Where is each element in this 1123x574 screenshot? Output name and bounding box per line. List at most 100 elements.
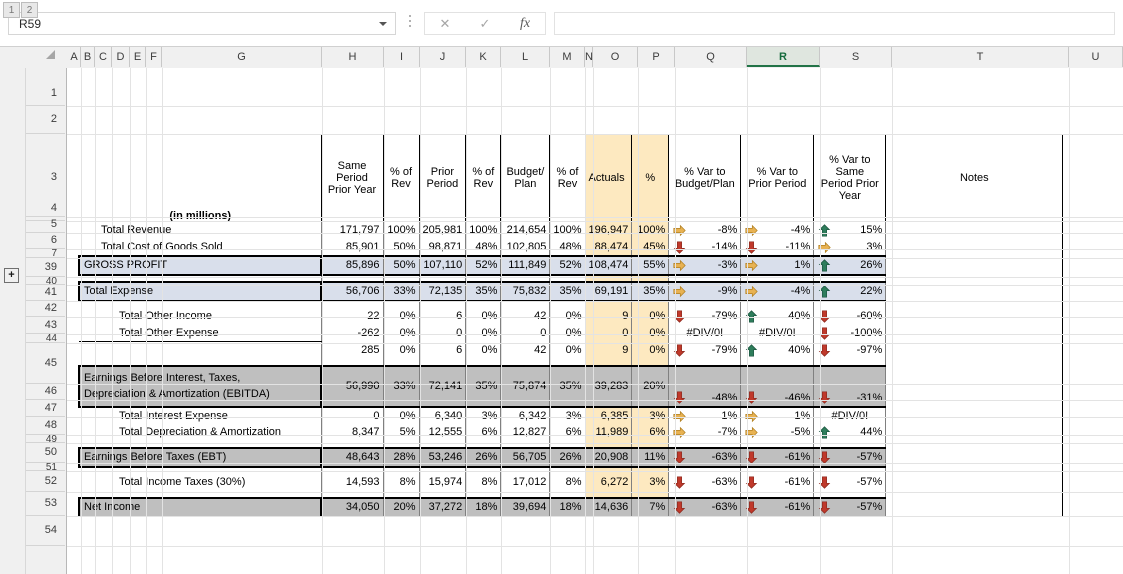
cell-pct-of-rev-1[interactable]: 20% — [382, 496, 420, 517]
cell-same-period-prior-year[interactable]: 171,797 — [320, 221, 384, 239]
cell-pct-of-rev-3[interactable]: 0% — [549, 307, 586, 325]
cell-var-to-budget-plan[interactable]: -63% — [668, 496, 742, 517]
column-header-m[interactable]: M — [550, 47, 585, 67]
cell-var-to-same-period-prior-year[interactable]: -57% — [813, 473, 887, 491]
cell-pct-of-rev-3[interactable]: 3% — [549, 406, 586, 424]
cell-prior-period[interactable]: 6,340 — [418, 406, 467, 424]
column-header-e[interactable]: E — [130, 47, 146, 67]
cell-notes[interactable] — [885, 324, 1064, 342]
cell-notes[interactable] — [885, 497, 1064, 517]
cell-budget-plan[interactable]: 39,694 — [500, 496, 551, 517]
cell-pct-of-rev-3[interactable]: 0% — [549, 324, 586, 342]
cell-pct-of-rev-1[interactable]: 5% — [382, 423, 420, 441]
cell-notes[interactable] — [885, 473, 1064, 491]
cell-var-to-budget-plan[interactable]: -7% — [668, 423, 742, 441]
function-icon[interactable]: fx — [505, 13, 545, 34]
cell-pct-of-rev-3[interactable]: 18% — [549, 496, 586, 517]
cell-prior-period[interactable]: 6 — [418, 307, 467, 325]
outline-expand-button[interactable]: + — [4, 268, 19, 283]
cell-var-to-budget-plan[interactable]: -79% — [668, 307, 742, 325]
cell-notes[interactable] — [885, 406, 1064, 424]
table-row[interactable]: Total Interest Expense 0 0% 6,340 3% 6,342 3% 6… — [79, 406, 1064, 424]
cell-pct-of-rev-2[interactable]: 0% — [465, 307, 502, 325]
chevron-down-icon[interactable] — [379, 22, 387, 26]
cell-pct-of-rev-2[interactable]: 48% — [465, 238, 502, 256]
formula-input[interactable] — [554, 12, 1115, 35]
table-row[interactable]: Total Revenue 171,797 100% 205,981 100% 214,6… — [79, 221, 1064, 239]
cell-same-period-prior-year[interactable]: -262 — [320, 324, 384, 342]
cell-notes[interactable] — [885, 221, 1064, 239]
column-header-b[interactable]: B — [81, 47, 95, 67]
cell-pct-of-rev-2[interactable]: 0% — [465, 341, 502, 359]
cell-var-to-same-period-prior-year[interactable]: -57% — [813, 496, 887, 517]
cell-pct-of-rev-1[interactable]: 0% — [382, 307, 420, 325]
check-icon[interactable]: ✓ — [465, 13, 505, 34]
cell-prior-period[interactable]: 205,981 — [418, 221, 467, 239]
cell-pct-of-rev-3[interactable]: 8% — [549, 473, 586, 491]
column-header-p[interactable]: P — [638, 47, 675, 67]
column-header-o[interactable]: O — [593, 47, 638, 67]
cell-var-to-same-period-prior-year[interactable]: 3% — [813, 238, 887, 256]
cell-pct-of-rev-2[interactable]: 3% — [465, 406, 502, 424]
cell-var-to-budget-plan[interactable]: #DIV/0! — [668, 324, 742, 342]
cell-prior-period[interactable]: 0 — [418, 324, 467, 342]
column-header-k[interactable]: K — [466, 47, 501, 67]
table-row[interactable]: Total Cost of Goods Sold85,90150%98,8714… — [79, 238, 1064, 256]
cell-same-period-prior-year[interactable]: 85,901 — [320, 238, 384, 256]
table-row[interactable]: Net Income 34,050 20% 37,272 18% 39,694 18% 14,… — [78, 496, 1064, 517]
cell-budget-plan[interactable]: 0 — [500, 324, 551, 342]
cell-var-to-prior-period[interactable]: -11% — [740, 238, 815, 256]
cell-pct-of-rev-1[interactable]: 8% — [382, 473, 420, 491]
cell-prior-period[interactable]: 6 — [418, 341, 467, 359]
cell-var-to-prior-period[interactable]: -4% — [740, 221, 815, 239]
column-header-a[interactable]: A — [68, 47, 81, 67]
cell-prior-period[interactable]: 98,871 — [418, 238, 467, 256]
cell-var-to-same-period-prior-year[interactable]: -100% — [813, 324, 887, 342]
cell-var-to-budget-plan[interactable]: -8% — [668, 221, 742, 239]
cell-var-to-prior-period[interactable]: 40% — [740, 341, 815, 359]
cell-pct-of-rev-1[interactable]: 100% — [382, 221, 420, 239]
cell-same-period-prior-year[interactable]: 14,593 — [320, 473, 384, 491]
cell-prior-period[interactable]: 37,272 — [418, 496, 467, 517]
column-header-d[interactable]: D — [112, 47, 130, 67]
cell-pct-of-rev-1[interactable]: 0% — [382, 406, 420, 424]
cell-var-to-same-period-prior-year[interactable]: 15% — [813, 221, 887, 239]
cell-var-to-same-period-prior-year[interactable]: -60% — [813, 307, 887, 325]
cell-pct-of-rev-1[interactable]: 50% — [382, 238, 420, 256]
cell-budget-plan[interactable]: 12,827 — [500, 423, 551, 441]
cell-var-to-prior-period[interactable]: 1% — [740, 406, 815, 424]
table-row[interactable]: Total Depreciation & Amortization 8,347 5%… — [79, 423, 1064, 441]
column-header-q[interactable]: Q — [675, 47, 747, 67]
outline-level-2-button[interactable]: 2 — [21, 2, 38, 18]
cell-pct-of-rev-3[interactable]: 100% — [549, 221, 586, 239]
cell-pct-of-rev-2[interactable]: 100% — [465, 221, 502, 239]
table-row[interactable]: Total Income Taxes (30%) 14,593 8% 15,974 8%… — [79, 473, 1064, 491]
select-all-corner[interactable] — [46, 50, 55, 59]
cell-budget-plan[interactable]: 214,654 — [500, 221, 551, 239]
cell-budget-plan[interactable]: 42 — [500, 307, 551, 325]
column-header-t[interactable]: T — [892, 47, 1069, 67]
cell-var-to-prior-period[interactable]: -61% — [740, 496, 815, 517]
cell-var-to-budget-plan[interactable]: -63% — [668, 473, 742, 491]
cell-var-to-budget-plan[interactable]: -14% — [668, 238, 742, 256]
cell-pct-of-rev-2[interactable]: 8% — [465, 473, 502, 491]
cell-prior-period[interactable]: 12,555 — [418, 423, 467, 441]
cell-pct-of-rev-3[interactable]: 6% — [549, 423, 586, 441]
column-header-f[interactable]: F — [146, 47, 162, 67]
name-box[interactable]: R59 — [8, 12, 396, 35]
cell-same-period-prior-year[interactable]: 22 — [320, 307, 384, 325]
cell-pct-of-rev-2[interactable]: 18% — [465, 496, 502, 517]
column-header-c[interactable]: C — [95, 47, 112, 67]
cell-pct-of-rev-2[interactable]: 6% — [465, 423, 502, 441]
table-row[interactable]: Total Other Income 22 0% 6 0% 42 0% 9 0% -79% 40% -… — [79, 307, 1064, 325]
column-header-s[interactable]: S — [820, 47, 892, 67]
cell-var-to-budget-plan[interactable]: -79% — [668, 341, 742, 359]
cell-same-period-prior-year[interactable]: 0 — [320, 406, 384, 424]
cell-notes[interactable] — [885, 341, 1064, 359]
table-row[interactable]: Total Other Expense -262 0% 0 0% 0 0% 0 0% #DIV/0… — [79, 324, 1064, 342]
cell-prior-period[interactable]: 15,974 — [418, 473, 467, 491]
cell-budget-plan[interactable]: 102,805 — [500, 238, 551, 256]
cell-var-to-same-period-prior-year[interactable]: #DIV/0! — [813, 406, 887, 424]
cell-var-to-prior-period[interactable]: -61% — [740, 473, 815, 491]
cell-same-period-prior-year[interactable]: 285 — [320, 341, 384, 359]
